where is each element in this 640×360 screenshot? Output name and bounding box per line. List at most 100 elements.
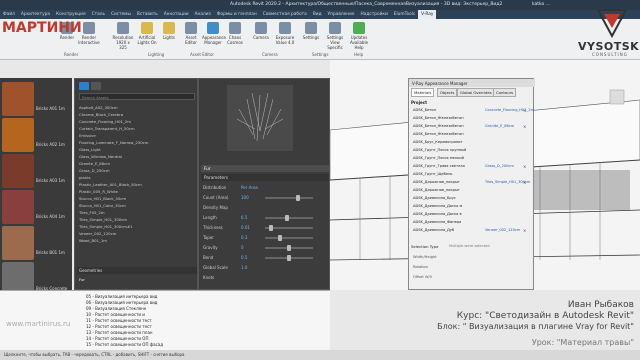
tab-objects[interactable]: Objects [437, 88, 458, 97]
swatch-bricks-a04[interactable] [2, 190, 34, 224]
camera-button[interactable]: Camera [250, 22, 272, 40]
tab-vray[interactable]: V-Ray [418, 10, 437, 19]
param-value[interactable]: 0.3 [241, 235, 247, 240]
param-value[interactable]: 6.5 [241, 215, 247, 220]
tab-contours[interactable]: Contours [493, 88, 517, 97]
slider-knob[interactable] [284, 215, 289, 221]
artificial-lights-button[interactable]: Artificial Lights On [136, 22, 158, 45]
material-row[interactable]: ADSK_Бетон_Железобетон [413, 132, 464, 136]
view-item[interactable]: 15 - Растет освещенности ОП фасад [86, 342, 163, 347]
unlink-icon[interactable]: × [523, 108, 526, 113]
view-item[interactable]: 11 - Растет освещенности тест [86, 318, 152, 323]
tab-materials[interactable]: Materials [411, 88, 435, 97]
material-link[interactable]: Grass_D_200cm [485, 164, 514, 168]
material-row[interactable]: ADSK_Грунт_Щебень [413, 172, 453, 176]
list-item[interactable]: plants [79, 175, 91, 180]
material-row[interactable]: ADSK_Древесина_Фанера [413, 220, 461, 224]
material-row[interactable]: ADSK_Дорожное_покрыт [413, 180, 460, 184]
list-item[interactable]: Concrete_Flooring_H01_2m [79, 119, 131, 124]
list-item[interactable]: Glass_Light [79, 147, 101, 152]
unlink-icon[interactable]: × [523, 228, 526, 233]
material-row[interactable]: ADSK_Грунт_Песок мелкий [413, 156, 464, 160]
view-item[interactable]: 05 - Визуализация интерьера вид [86, 294, 157, 299]
param-slider[interactable] [265, 215, 313, 221]
swatch-bricks-a03[interactable] [2, 154, 34, 188]
list-item[interactable]: Tiles_F05_2m [79, 210, 105, 215]
material-row[interactable]: ADSK_Бетон [413, 108, 436, 112]
param-slider[interactable] [265, 195, 313, 201]
slider-knob[interactable] [278, 235, 283, 241]
tab-file[interactable]: Файл [0, 12, 18, 17]
list-item[interactable]: Granite_E_86cm [79, 161, 110, 166]
tab-systems[interactable]: Системы [108, 12, 134, 17]
view-item[interactable]: 09 - Визуализация Стеклянн [86, 306, 146, 311]
view-item[interactable]: 12 - Растет освещенности тест [86, 324, 152, 329]
param-slider[interactable] [265, 255, 313, 261]
tab-steel[interactable]: Сталь [89, 12, 108, 17]
tab-architecture[interactable]: Архитектура [18, 12, 53, 17]
material-row[interactable]: ADSK_Бетон_Железобетон [413, 116, 464, 120]
param-value[interactable]: 1.0 [241, 265, 247, 270]
material-row[interactable]: ADSK_Древесина_Доска м [413, 204, 462, 208]
material-row[interactable]: ADSK_Бетон_Железобетон [413, 124, 464, 128]
param-value[interactable]: 0.01 [241, 225, 250, 230]
tab-elumtools[interactable]: ElumTools [391, 12, 418, 17]
settings-button[interactable]: Settings [300, 22, 322, 40]
slider-knob[interactable] [287, 245, 291, 251]
list-item[interactable]: Tiles_Simple_H01_300cm [79, 217, 127, 222]
swatch-bricks-b01[interactable] [2, 226, 34, 260]
material-row[interactable]: ADSK_Древесина_Брус [413, 196, 456, 200]
list-item[interactable]: Flooring_Laminate_F_Narrow_250cm [79, 140, 148, 145]
list-item[interactable]: Emissive [79, 133, 96, 138]
geometry-icon[interactable] [91, 82, 101, 90]
swatch-bricks-a01[interactable] [2, 82, 34, 116]
rotation-field[interactable]: Rotation [413, 265, 428, 269]
material-link[interactable]: Concrete_Flooring_H01_2m [485, 108, 534, 112]
list-item[interactable]: Veneer_002_120cm [79, 231, 116, 236]
slider-knob[interactable] [269, 225, 274, 231]
tab-manage[interactable]: Управление [325, 12, 358, 17]
tab-collaborate[interactable]: Совместная работа [260, 12, 310, 17]
tab-analyze[interactable]: Анализ [192, 12, 214, 17]
search-input[interactable]: Search Assets [79, 93, 195, 100]
list-item[interactable]: Plastic_005_R_White [79, 189, 118, 194]
offset-field[interactable]: Offset W/V [413, 275, 432, 279]
slider-knob[interactable] [287, 255, 291, 261]
materials-icon[interactable] [79, 82, 89, 90]
view-item[interactable]: 13 - Растет освещенности план [86, 330, 153, 335]
tab-structure[interactable]: Конструкция [53, 12, 89, 17]
list-item[interactable]: Asphalt_A02_300cm [79, 105, 118, 110]
list-item[interactable]: Chrome_Black_Cerebra [79, 112, 123, 117]
asset-editor-button[interactable]: Asset Editor [180, 22, 202, 45]
view-item[interactable]: 14 - Растет освещенности ОП [86, 336, 148, 341]
list-item[interactable]: Wood_B01_1m [79, 238, 107, 243]
unlink-icon[interactable]: × [523, 124, 526, 129]
settings-view-button[interactable]: Settings View Specific [324, 22, 346, 50]
param-slider[interactable] [265, 235, 313, 241]
list-item[interactable]: Stucco_H01_Color_30cm [79, 203, 126, 208]
list-item-fur[interactable]: Fur [79, 277, 85, 282]
list-item[interactable]: Grass_D_200cm [79, 168, 110, 173]
tab-insert[interactable]: Вставить [134, 12, 161, 17]
geometries-header[interactable]: Geometries [77, 267, 197, 274]
exposure-button[interactable]: Exposure Value 4.0 [274, 22, 296, 45]
list-item[interactable]: Glass_Window_Neutral [79, 154, 122, 159]
unlink-icon[interactable]: × [523, 164, 526, 169]
param-slider[interactable] [265, 245, 313, 251]
material-link[interactable]: Veneer_002_120cm [485, 228, 520, 232]
slider-knob[interactable] [295, 195, 300, 201]
view-item[interactable]: 06 - Визуализация интерьера вид [86, 300, 157, 305]
updates-button[interactable]: Updates Available Help [348, 22, 370, 50]
list-item[interactable]: Tiles_Simple_H01_300cm#1 [79, 224, 133, 229]
material-row[interactable]: ADSK_Дорожное_покрыт [413, 188, 460, 192]
param-value[interactable]: Per Area [241, 185, 258, 190]
tab-massing[interactable]: Формы и генплан [214, 12, 260, 17]
swatch-bricks-a02[interactable] [2, 118, 34, 152]
material-row[interactable]: ADSK_Грунт_Песок крупный [413, 148, 466, 152]
list-item[interactable]: Curtain_Transparent_H_50cm [79, 126, 135, 131]
param-slider[interactable] [265, 225, 313, 231]
material-row[interactable]: ADSK_Брус_Керамогранит [413, 140, 463, 144]
material-row[interactable]: ADSK_Грунт_Трава светлая [413, 164, 465, 168]
unlink-icon[interactable]: × [523, 180, 526, 185]
list-item[interactable]: Stucco_H01_Black_50cm [79, 196, 126, 201]
